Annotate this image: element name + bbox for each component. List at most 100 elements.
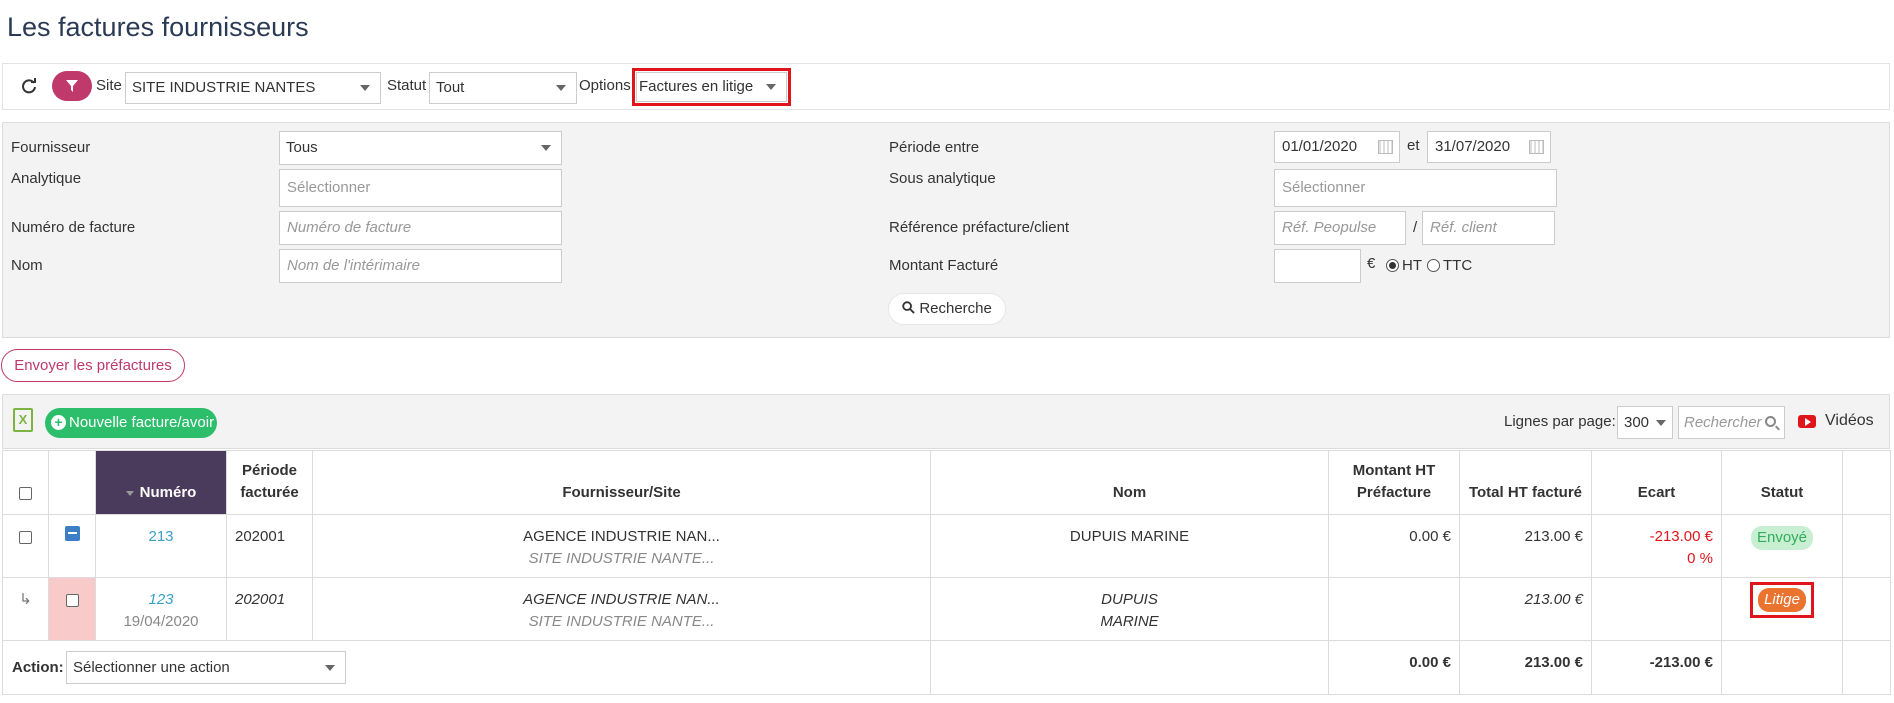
sous-analytique-select[interactable]: Sélectionner (1274, 169, 1557, 207)
search-icon (902, 301, 915, 314)
periode-end-input[interactable]: 31/07/2020 (1427, 131, 1551, 163)
footer-montant-total: 0.00 € (1328, 640, 1460, 695)
chevron-down-icon (1656, 419, 1666, 426)
nom-line-1: DUPUIS (1101, 591, 1158, 608)
action-cell: Action: Sélectionner une action (2, 640, 931, 695)
search-icon (1765, 416, 1776, 427)
ecart-cell: -213.00 € 0 % (1591, 514, 1722, 578)
column-header-extra (1842, 450, 1891, 515)
analytique-label: Analytique (11, 170, 82, 187)
nom-placeholder: Nom de l'intérimaire (287, 257, 420, 274)
options-select-value: Factures en litige (639, 78, 754, 95)
chevron-down-icon (325, 664, 335, 671)
table-search-placeholder: Rechercher (1684, 414, 1762, 431)
sous-analytique-label: Sous analytique (889, 170, 996, 187)
row-checkbox[interactable] (65, 593, 79, 607)
analytique-select[interactable]: Sélectionner (279, 169, 562, 207)
fournisseur-cell: AGENCE INDUSTRIE NAN... SITE INDUSTRIE N… (312, 514, 931, 578)
table-row[interactable]: 213 202001 AGENCE INDUSTRIE NAN... SITE … (2, 514, 1891, 578)
table-toolbar: X + Nouvelle facture/avoir Lignes par pa… (2, 394, 1890, 449)
invoice-date: 19/04/2020 (123, 613, 199, 630)
calendar-icon[interactable] (1378, 140, 1393, 154)
ref-client-input[interactable]: Réf. client (1422, 211, 1555, 245)
statut-label: Statut (387, 77, 427, 94)
periode-start-input[interactable]: 01/01/2020 (1274, 131, 1400, 163)
options-select[interactable]: Factures en litige (632, 68, 791, 106)
new-invoice-label: Nouvelle facture/avoir (69, 414, 215, 431)
ref-separator: / (1413, 219, 1418, 236)
numero-facture-input[interactable]: Numéro de facture (279, 211, 562, 245)
montant-input[interactable] (1274, 249, 1361, 283)
top-toolbar: Site SITE INDUSTRIE NANTES Statut Tout O… (2, 63, 1890, 110)
ttc-label: TTC (1443, 257, 1473, 274)
filter-toggle-button[interactable] (52, 71, 92, 101)
fournisseur-name: AGENCE INDUSTRIE NAN... (523, 528, 720, 545)
new-invoice-button[interactable]: + Nouvelle facture/avoir (45, 408, 217, 438)
analytique-placeholder: Sélectionner (287, 179, 371, 196)
status-badge[interactable]: Litige (1758, 588, 1806, 612)
column-header-ecart[interactable]: Ecart (1591, 450, 1722, 515)
periode-cell: 202001 (226, 577, 313, 641)
table-header-row: Numéro Période facturée Fournisseur/Site… (2, 450, 1891, 515)
nom-cell: DUPUIS MARINE (930, 514, 1329, 578)
select-all-checkbox[interactable] (19, 486, 32, 500)
action-label: Action: (12, 659, 64, 676)
numero-cell: 213 (95, 514, 227, 578)
site-select[interactable]: SITE INDUSTRIE NANTES (125, 72, 381, 104)
videos-link[interactable]: Vidéos (1825, 412, 1874, 430)
column-header-numero[interactable]: Numéro (95, 450, 227, 515)
footer-empty-cell (1721, 640, 1843, 695)
montant-label: Montant Facturé (889, 257, 999, 274)
ref-peopulse-input[interactable]: Réf. Peopulse (1274, 211, 1406, 245)
fournisseur-select-value: Tous (286, 139, 318, 156)
site-select-value: SITE INDUSTRIE NANTES (132, 79, 316, 96)
page-title: Les factures fournisseurs (7, 12, 309, 42)
ht-radio[interactable] (1386, 259, 1399, 272)
youtube-icon[interactable] (1798, 415, 1816, 428)
status-badge[interactable]: Envoyé (1750, 526, 1814, 550)
column-header-numero-label: Numéro (139, 484, 197, 501)
expand-column-header (48, 450, 96, 515)
table-row[interactable]: ↳ 123 19/04/2020 202001 AGENCE INDUSTRIE… (2, 577, 1891, 641)
calendar-icon[interactable] (1529, 140, 1544, 154)
reference-label: Référence préfacture/client (889, 219, 1070, 236)
litige-highlight: Litige (1750, 582, 1814, 618)
column-header-periode[interactable]: Période facturée (226, 450, 313, 515)
row-select-cell (2, 514, 49, 578)
statut-select[interactable]: Tout (429, 72, 577, 104)
row-checkbox[interactable] (19, 530, 32, 544)
ttc-radio[interactable] (1427, 259, 1440, 272)
sub-row-arrow-icon: ↳ (19, 591, 32, 608)
periode-cell: 202001 (226, 514, 313, 578)
ecart-percent: 0 % (1687, 550, 1713, 567)
lines-per-page-select[interactable]: 300 (1617, 406, 1673, 439)
send-prefactures-button[interactable]: Envoyer les préfactures (1, 349, 185, 382)
refresh-icon[interactable] (21, 78, 37, 94)
table-search-input[interactable]: Rechercher (1678, 406, 1785, 439)
site-label: Site (96, 77, 122, 94)
periode-start-value: 01/01/2020 (1282, 138, 1358, 155)
fournisseur-select[interactable]: Tous (279, 131, 562, 165)
footer-ecart-total: -213.00 € (1591, 640, 1722, 695)
nom-label: Nom (11, 257, 43, 274)
sub-row-indicator-cell: ↳ (2, 577, 49, 641)
column-header-fournisseur[interactable]: Fournisseur/Site (312, 450, 931, 515)
periode-label: Période entre (889, 139, 980, 156)
statut-cell: Envoyé (1721, 514, 1843, 578)
lines-per-page-value: 300 (1624, 414, 1650, 431)
collapse-icon[interactable] (64, 526, 80, 541)
row-expand-cell (48, 514, 96, 578)
invoice-number-link[interactable]: 123 (104, 589, 218, 611)
nom-input[interactable]: Nom de l'intérimaire (279, 249, 562, 283)
excel-export-icon[interactable]: X (13, 408, 33, 432)
filter-icon (66, 80, 78, 92)
search-button[interactable]: Recherche (888, 293, 1006, 325)
invoice-number-link[interactable]: 213 (148, 528, 173, 545)
column-header-montant-prefacture[interactable]: Montant HT Préfacture (1328, 450, 1460, 515)
bulk-action-select[interactable]: Sélectionner une action (66, 651, 346, 684)
column-header-nom[interactable]: Nom (930, 450, 1329, 515)
column-header-total-ht[interactable]: Total HT facturé (1459, 450, 1592, 515)
numero-facture-placeholder: Numéro de facture (287, 219, 412, 236)
column-header-statut[interactable]: Statut (1721, 450, 1843, 515)
site-name: SITE INDUSTRIE NANTE... (528, 613, 715, 630)
